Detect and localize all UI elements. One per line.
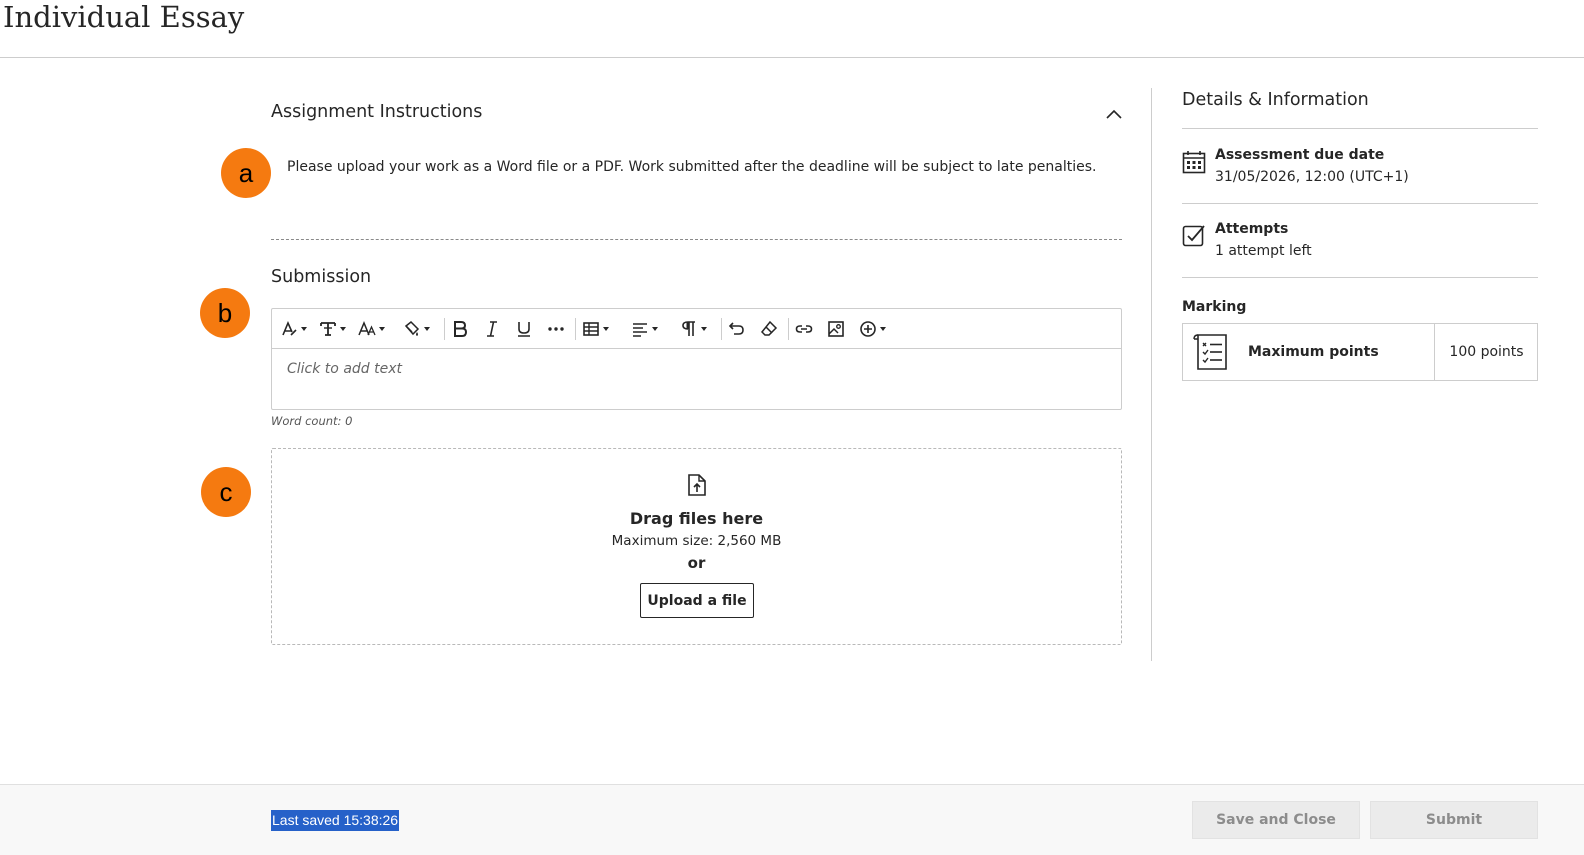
details-divider (1182, 203, 1538, 204)
last-saved-status: Last saved 15:38:26 (271, 810, 400, 831)
more-formatting-icon[interactable] (547, 314, 565, 344)
submission-heading: Submission (271, 267, 372, 287)
marker-c: c (201, 467, 251, 517)
clear-formatting-icon[interactable] (760, 314, 778, 344)
panel-divider (1151, 88, 1152, 661)
drop-or-text: or (687, 554, 706, 572)
footer-bar: Last saved 15:38:26 Save and Close Submi… (0, 784, 1584, 855)
word-count: Word count: 0 (271, 414, 353, 428)
checkbox-icon (1182, 225, 1205, 247)
attempts-value: 1 attempt left (1215, 243, 1312, 259)
file-upload-icon (688, 474, 706, 496)
paragraph-format-icon[interactable] (319, 314, 354, 344)
editor-toolbar (272, 309, 1121, 349)
undo-icon[interactable] (728, 314, 746, 344)
due-date-value: 31/05/2026, 12:00 (UTC+1) (1215, 169, 1409, 185)
max-points-box: Maximum points 100 points (1182, 323, 1538, 381)
details-divider (1182, 277, 1538, 278)
paragraph-icon[interactable] (680, 314, 715, 344)
file-dropzone[interactable]: Drag files here Maximum size: 2,560 MB o… (271, 448, 1122, 645)
insert-table-icon[interactable] (582, 314, 617, 344)
marker-a: a (221, 148, 271, 198)
insert-content-icon[interactable] (859, 314, 894, 344)
underline-icon[interactable] (515, 314, 533, 344)
marking-label: Marking (1182, 299, 1247, 315)
save-and-close-button[interactable]: Save and Close (1192, 801, 1360, 839)
details-heading: Details & Information (1182, 90, 1369, 110)
insert-link-icon[interactable] (795, 314, 813, 344)
align-icon[interactable] (631, 314, 666, 344)
insert-image-icon[interactable] (827, 314, 845, 344)
max-points-value: 100 points (1449, 344, 1524, 360)
page-title: Individual Essay (3, 0, 245, 34)
title-divider (0, 57, 1584, 58)
submit-button[interactable]: Submit (1370, 801, 1538, 839)
drop-title: Drag files here (629, 509, 764, 528)
details-divider (1182, 128, 1538, 129)
instructions-text: Please upload your work as a Word file o… (287, 159, 1097, 175)
checklist-icon (1193, 334, 1227, 370)
calendar-icon (1182, 151, 1206, 174)
text-editor[interactable]: Click to add text (271, 308, 1122, 410)
instructions-heading: Assignment Instructions (271, 102, 483, 122)
italic-icon[interactable] (483, 314, 501, 344)
attempts-label: Attempts (1215, 221, 1289, 237)
marker-b: b (200, 288, 250, 338)
due-date-label: Assessment due date (1215, 147, 1385, 163)
font-size-icon[interactable] (358, 314, 393, 344)
max-file-size: Maximum size: 2,560 MB (611, 533, 782, 549)
section-divider (271, 239, 1122, 240)
highlight-color-icon[interactable] (403, 314, 438, 344)
max-points-label: Maximum points (1248, 344, 1379, 360)
upload-file-button[interactable]: Upload a file (640, 583, 754, 618)
bold-icon[interactable] (451, 314, 469, 344)
chevron-up-icon[interactable] (1104, 106, 1124, 122)
text-style-icon[interactable] (280, 314, 315, 344)
editor-placeholder[interactable]: Click to add text (287, 361, 402, 377)
